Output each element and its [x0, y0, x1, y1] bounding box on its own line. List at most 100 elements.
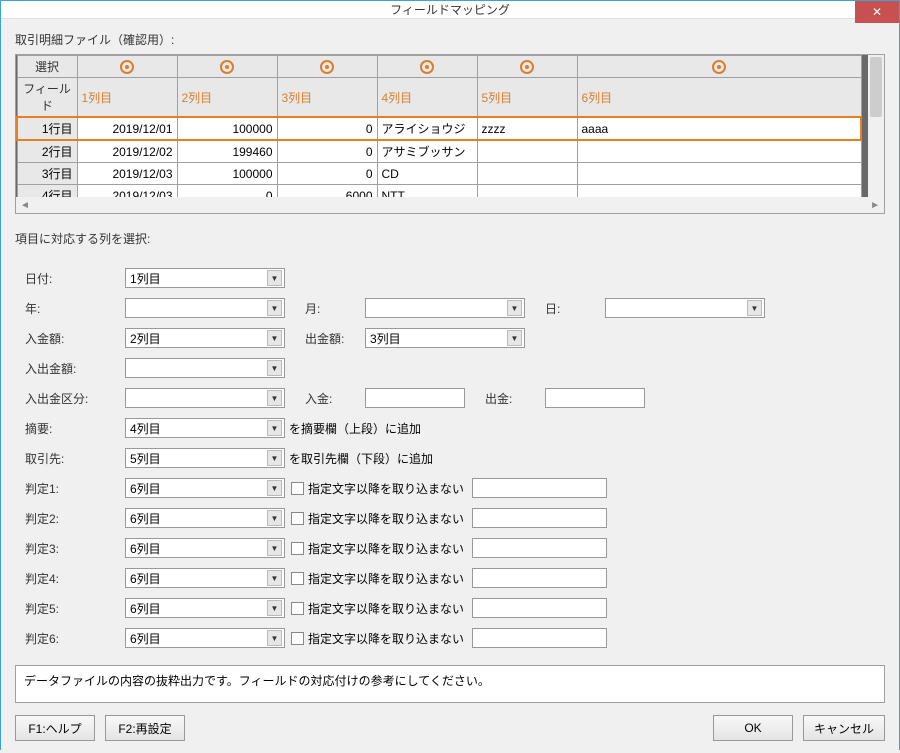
year-label: 年:: [25, 300, 125, 317]
judge4-input[interactable]: [472, 568, 607, 588]
inout-combo[interactable]: ▼: [125, 358, 285, 378]
judge4-checkbox[interactable]: [291, 572, 304, 585]
scrollbar-thumb[interactable]: [870, 57, 882, 117]
grid-col-target-3[interactable]: [277, 56, 377, 78]
close-button[interactable]: ✕: [855, 1, 899, 23]
judge2-label: 判定2:: [25, 510, 125, 527]
grid-col-header[interactable]: 2列目: [177, 78, 277, 118]
judge4-combo[interactable]: 6列目▼: [125, 568, 285, 588]
grid-col-target-4[interactable]: [377, 56, 477, 78]
cell: 0: [277, 117, 377, 140]
judge6-checkbox[interactable]: [291, 632, 304, 645]
grid-field-header: フィールド: [17, 78, 77, 118]
horizontal-scrollbar[interactable]: ◄ ►: [16, 197, 884, 213]
deposit-combo[interactable]: 2列目▼: [125, 328, 285, 348]
cell: アライショウジ: [377, 117, 477, 140]
judge1-checkbox[interactable]: [291, 482, 304, 495]
judge6-combo[interactable]: 6列目▼: [125, 628, 285, 648]
withdraw-combo[interactable]: 3列目▼: [365, 328, 525, 348]
judge5-combo[interactable]: 6列目▼: [125, 598, 285, 618]
judge1-label: 判定1:: [25, 480, 125, 497]
help-button[interactable]: F1:ヘルプ: [15, 715, 95, 741]
chevron-down-icon: ▼: [267, 330, 282, 346]
date-combo[interactable]: 1列目▼: [125, 268, 285, 288]
grid-col-target-6[interactable]: [577, 56, 861, 78]
grid-col-target-1[interactable]: [77, 56, 177, 78]
table-row[interactable]: 3行目 2019/12/03 100000 0 CD: [17, 163, 861, 185]
summary-combo[interactable]: 4列目▼: [125, 418, 285, 438]
field-mapping-dialog: フィールドマッピング ✕ 取引明細ファイル（確認用）: 選択: [0, 0, 900, 750]
grid-col-header[interactable]: 5列目: [477, 78, 577, 118]
judge3-checkbox[interactable]: [291, 542, 304, 555]
grid-col-header[interactable]: 1列目: [77, 78, 177, 118]
vendor-label: 取引先:: [25, 450, 125, 467]
judge3-input[interactable]: [472, 538, 607, 558]
chevron-down-icon: ▼: [267, 600, 282, 616]
exclude-label: 指定文字以降を取り込まない: [308, 510, 464, 527]
target-icon: [520, 60, 534, 74]
judge3-label: 判定3:: [25, 540, 125, 557]
preview-grid: 選択 フィールド 1列目 2列目 3列目 4列目 5列目: [15, 54, 885, 214]
row-header: 2行目: [17, 140, 77, 163]
chevron-down-icon: ▼: [267, 420, 282, 436]
reset-button[interactable]: F2:再設定: [105, 715, 185, 741]
chevron-right-icon: ►: [870, 200, 880, 211]
window-title: フィールドマッピング: [390, 1, 510, 18]
target-icon: [420, 60, 434, 74]
out-input[interactable]: [545, 388, 645, 408]
judge3-combo[interactable]: 6列目▼: [125, 538, 285, 558]
in-label: 入金:: [285, 390, 365, 407]
target-icon: [220, 60, 234, 74]
cell: アサミブッサン: [377, 140, 477, 163]
chevron-down-icon: ▼: [267, 360, 282, 376]
chevron-down-icon: ▼: [747, 300, 762, 316]
judge6-label: 判定6:: [25, 630, 125, 647]
cell: zzzz: [477, 117, 577, 140]
judge5-checkbox[interactable]: [291, 602, 304, 615]
vendor-combo[interactable]: 5列目▼: [125, 448, 285, 468]
judge2-input[interactable]: [472, 508, 607, 528]
chevron-down-icon: ▼: [267, 480, 282, 496]
cell: [477, 163, 577, 185]
exclude-label: 指定文字以降を取り込まない: [308, 540, 464, 557]
judge1-combo[interactable]: 6列目▼: [125, 478, 285, 498]
judge2-checkbox[interactable]: [291, 512, 304, 525]
cell: 2019/12/03: [77, 163, 177, 185]
in-input[interactable]: [365, 388, 465, 408]
table-row[interactable]: 1行目 2019/12/01 100000 0 アライショウジ zzzz aaa…: [17, 117, 861, 140]
chevron-down-icon: ▼: [267, 510, 282, 526]
chevron-down-icon: ▼: [267, 390, 282, 406]
inout-class-label: 入出金区分:: [25, 390, 125, 407]
judge5-input[interactable]: [472, 598, 607, 618]
judge5-label: 判定5:: [25, 600, 125, 617]
vertical-scrollbar[interactable]: [868, 55, 884, 197]
cancel-button[interactable]: キャンセル: [803, 715, 885, 741]
grid-col-target-5[interactable]: [477, 56, 577, 78]
grid-col-header[interactable]: 6列目: [577, 78, 861, 118]
month-combo[interactable]: ▼: [365, 298, 525, 318]
ok-button[interactable]: OK: [713, 715, 793, 741]
row-header: 3行目: [17, 163, 77, 185]
grid-select-header[interactable]: 選択: [17, 56, 77, 78]
judge6-input[interactable]: [472, 628, 607, 648]
inout-class-combo[interactable]: ▼: [125, 388, 285, 408]
mapping-label: 項目に対応する列を選択:: [15, 230, 885, 247]
inout-label: 入出金額:: [25, 360, 125, 377]
chevron-down-icon: ▼: [267, 570, 282, 586]
chevron-down-icon: ▼: [267, 630, 282, 646]
grid-col-header[interactable]: 3列目: [277, 78, 377, 118]
chevron-down-icon: ▼: [267, 270, 282, 286]
cell: aaaa: [577, 117, 861, 140]
out-label: 出金:: [465, 390, 545, 407]
cell: 199460: [177, 140, 277, 163]
grid-col-target-2[interactable]: [177, 56, 277, 78]
day-combo[interactable]: ▼: [605, 298, 765, 318]
judge1-input[interactable]: [472, 478, 607, 498]
grid-col-header[interactable]: 4列目: [377, 78, 477, 118]
target-icon: [120, 60, 134, 74]
cell: [477, 140, 577, 163]
table-row[interactable]: 2行目 2019/12/02 199460 0 アサミブッサン: [17, 140, 861, 163]
judge2-combo[interactable]: 6列目▼: [125, 508, 285, 528]
year-combo[interactable]: ▼: [125, 298, 285, 318]
judge4-label: 判定4:: [25, 570, 125, 587]
